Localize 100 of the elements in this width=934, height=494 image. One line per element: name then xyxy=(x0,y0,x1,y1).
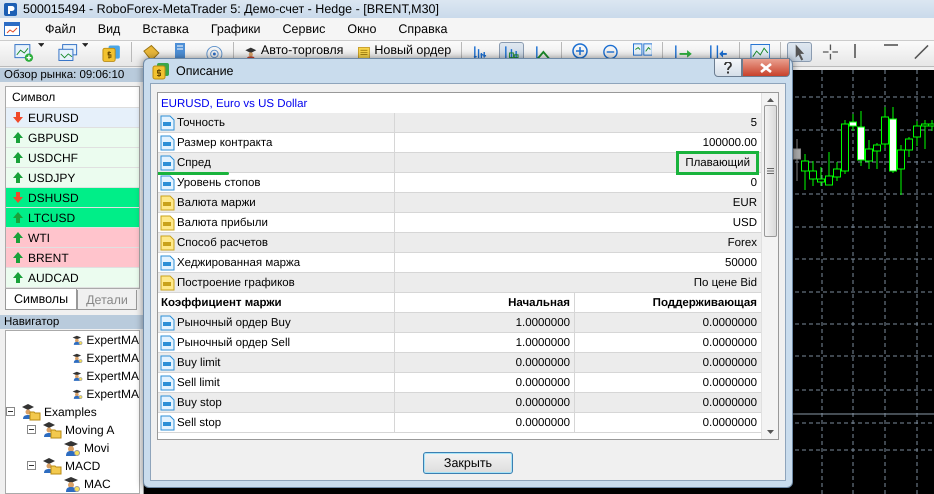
tiled-charts-icon xyxy=(632,43,652,56)
dollar-folder-icon xyxy=(102,43,121,63)
menu-item[interactable]: Файл xyxy=(34,22,87,36)
table-cell: 0.0000000 xyxy=(516,416,570,428)
trend-line-icon xyxy=(913,43,930,61)
symbol-row[interactable]: USDCHF xyxy=(6,148,139,168)
close-button[interactable] xyxy=(742,58,790,77)
table-cell: 0.0000000 xyxy=(702,376,757,388)
menu-item[interactable]: Вставка xyxy=(131,22,200,36)
property-name: Валюта маржи xyxy=(177,196,256,208)
dollar-folder-icon xyxy=(152,62,170,80)
app-logo-icon xyxy=(4,2,17,16)
chart-window-icon[interactable] xyxy=(4,21,20,37)
numeric-field-icon xyxy=(160,334,175,350)
tree-item[interactable]: Moving A xyxy=(65,423,114,437)
margin-order-name: Sell stop xyxy=(177,416,222,428)
tab[interactable]: Символы xyxy=(5,289,78,310)
property-value: 0 xyxy=(750,176,757,190)
graduate-cap-icon xyxy=(63,475,81,493)
vertical-line-icon xyxy=(853,43,858,59)
collapse-icon[interactable] xyxy=(27,461,36,470)
property-value: По цене Bid xyxy=(694,276,757,290)
property-name: Хеджированная маржа xyxy=(177,256,300,268)
left-arrow-icon xyxy=(708,43,729,61)
menu-item[interactable]: Сервис xyxy=(272,22,336,36)
numeric-field-icon xyxy=(160,314,175,330)
symbol-row[interactable]: USDJPY xyxy=(6,168,139,188)
numeric-field-icon xyxy=(160,114,175,130)
symbol-row[interactable]: WTI xyxy=(6,228,139,248)
property-name: Спред xyxy=(177,156,211,168)
tree-item[interactable]: ExpertMA xyxy=(86,333,139,347)
scroll-up-icon xyxy=(766,98,774,102)
symbol-name: GBPUSD xyxy=(28,130,79,144)
symbol-row[interactable]: GBPUSD xyxy=(6,128,139,148)
symbol-name: DSHUSD xyxy=(28,190,79,204)
tree-item[interactable]: ExpertMA xyxy=(86,369,139,383)
menu-item[interactable]: Окно xyxy=(336,22,388,36)
help-icon xyxy=(724,62,732,74)
symbol-name: USDCHF xyxy=(28,150,78,164)
horizontal-line-icon xyxy=(883,43,900,47)
graduate-cap-folder-icon xyxy=(21,403,41,421)
symbol-row[interactable]: LTCUSD xyxy=(6,208,139,228)
symbol-link[interactable]: EURUSD, Euro vs US Dollar xyxy=(161,98,308,110)
numeric-field-icon xyxy=(160,394,175,410)
scrollbar[interactable] xyxy=(761,93,778,439)
property-value: Forex xyxy=(728,236,757,250)
property-value: 100000.00 xyxy=(702,136,757,150)
up-arrow-icon xyxy=(13,152,23,163)
property-value: Плавающий xyxy=(676,150,759,174)
scroll-thumb[interactable] xyxy=(764,105,776,237)
dialog-title: Описание xyxy=(176,64,234,78)
tree-item[interactable]: ExpertMA xyxy=(86,387,139,401)
table-cell: 0.0000000 xyxy=(702,396,757,408)
scroll-down-icon xyxy=(766,430,774,434)
symbol-row[interactable]: AUDCAD xyxy=(6,268,139,288)
numeric-field-icon xyxy=(160,134,175,150)
property-name: Валюта прибыли xyxy=(177,216,268,228)
symbol-row[interactable]: DSHUSD xyxy=(6,188,139,208)
caret-icon xyxy=(82,43,88,47)
margin-order-name: Рыночный ордер Buy xyxy=(177,316,291,328)
text-field-icon xyxy=(160,214,175,230)
down-arrow-icon xyxy=(13,112,23,123)
close-dialog-button[interactable]: Закрыть xyxy=(423,452,513,474)
drawing-tool-button[interactable] xyxy=(787,42,812,62)
property-name: Построение графиков xyxy=(177,276,295,288)
text-field-icon xyxy=(160,194,175,210)
symbol-name: USDJPY xyxy=(28,170,76,184)
right-arrow-icon xyxy=(673,43,694,61)
menu-item[interactable]: Справка xyxy=(387,22,458,36)
crosshair-icon xyxy=(822,43,840,61)
property-name: Размер контракта xyxy=(177,136,272,148)
symbol-name: LTCUSD xyxy=(28,210,76,224)
property-value: USD xyxy=(732,216,757,230)
table-cell: 0.0000000 xyxy=(516,356,570,368)
tree-item[interactable]: MAC xyxy=(84,477,111,491)
property-name: Способ расчетов xyxy=(177,236,268,248)
up-arrow-icon xyxy=(13,172,23,183)
numeric-field-icon xyxy=(160,254,175,270)
menu-item[interactable]: Вид xyxy=(86,22,132,36)
panel-title: Обзор рынка: 09:06:10 xyxy=(0,68,143,82)
symbol-row[interactable]: EURUSD xyxy=(6,108,139,128)
text-field-icon xyxy=(160,274,175,290)
symbol-name: WTI xyxy=(28,230,50,244)
zoom-in-icon xyxy=(572,43,588,59)
column-header: Начальная xyxy=(395,293,575,312)
tree-item[interactable]: Movi xyxy=(84,441,110,455)
grip-icon xyxy=(766,168,774,174)
tree-item[interactable]: MACD xyxy=(65,459,100,473)
menu-item[interactable]: Графики xyxy=(200,22,272,36)
window-title: 500015494 - RoboForex-MetaTrader 5: Демо-счет - Hedge - [BRENT,M30] xyxy=(23,2,439,16)
up-arrow-icon xyxy=(13,232,23,243)
help-button[interactable] xyxy=(714,58,742,77)
tree-item[interactable]: ExpertMA xyxy=(86,351,139,365)
symbol-name: BRENT xyxy=(28,250,69,264)
tree-item[interactable]: Examples xyxy=(44,405,97,419)
panel-title: Навигатор xyxy=(0,315,143,329)
symbol-row[interactable]: BRENT xyxy=(6,248,139,268)
collapse-icon[interactable] xyxy=(27,425,36,434)
collapse-icon[interactable] xyxy=(6,407,15,416)
zoom-out-icon xyxy=(602,43,619,61)
